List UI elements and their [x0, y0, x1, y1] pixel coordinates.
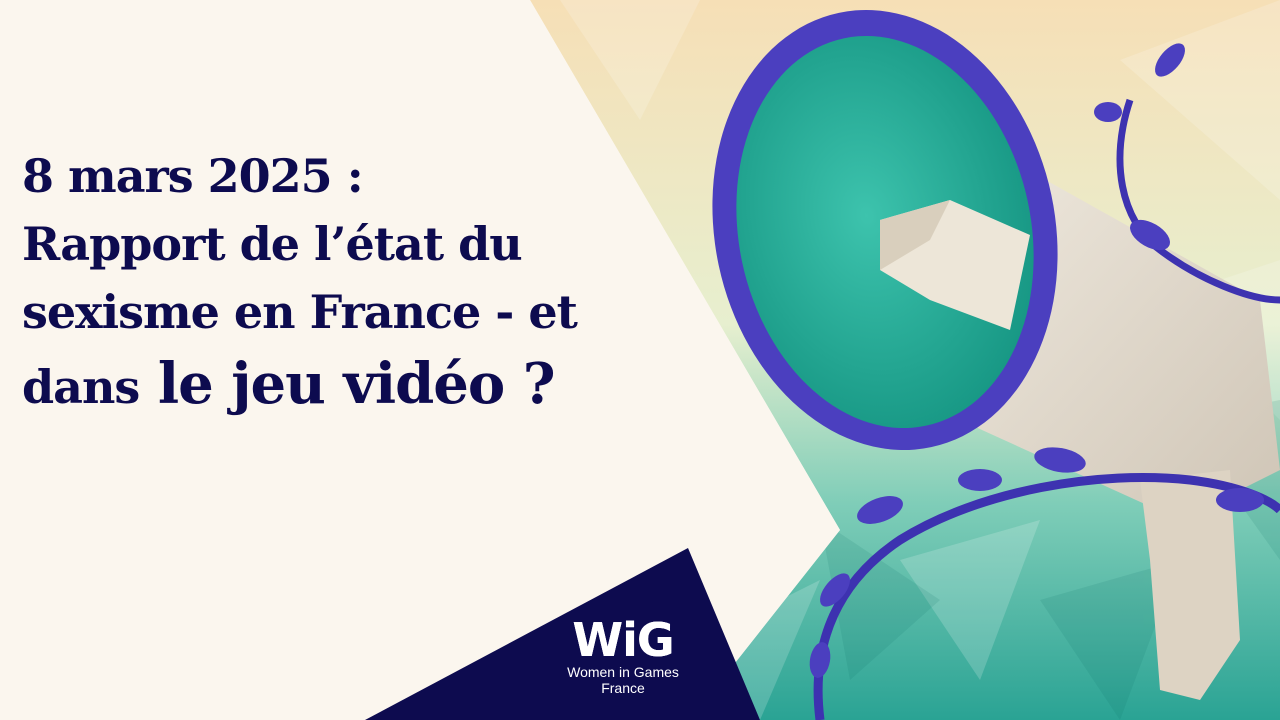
headline: 8 mars 2025 : Rapport de l’état du sexis…	[22, 150, 782, 433]
wig-logo-name: Women in Games	[567, 664, 679, 680]
headline-line-4-prefix: dans	[22, 360, 140, 414]
headline-line-4: dans le jeu vidéo ?	[22, 354, 782, 417]
wig-logo-country: France	[601, 680, 645, 696]
headline-line-3: sexisme en France - et	[22, 285, 578, 339]
banner: 8 mars 2025 : Rapport de l’état du sexis…	[0, 0, 1280, 720]
headline-emphasis: le jeu vidéo ?	[157, 351, 556, 417]
wig-logo-mark: WiG	[572, 613, 674, 667]
wig-logo: WiG Women in Games France	[548, 616, 698, 716]
headline-line-2: Rapport de l’état du	[22, 217, 523, 271]
headline-date: 8 mars 2025 :	[22, 149, 364, 203]
